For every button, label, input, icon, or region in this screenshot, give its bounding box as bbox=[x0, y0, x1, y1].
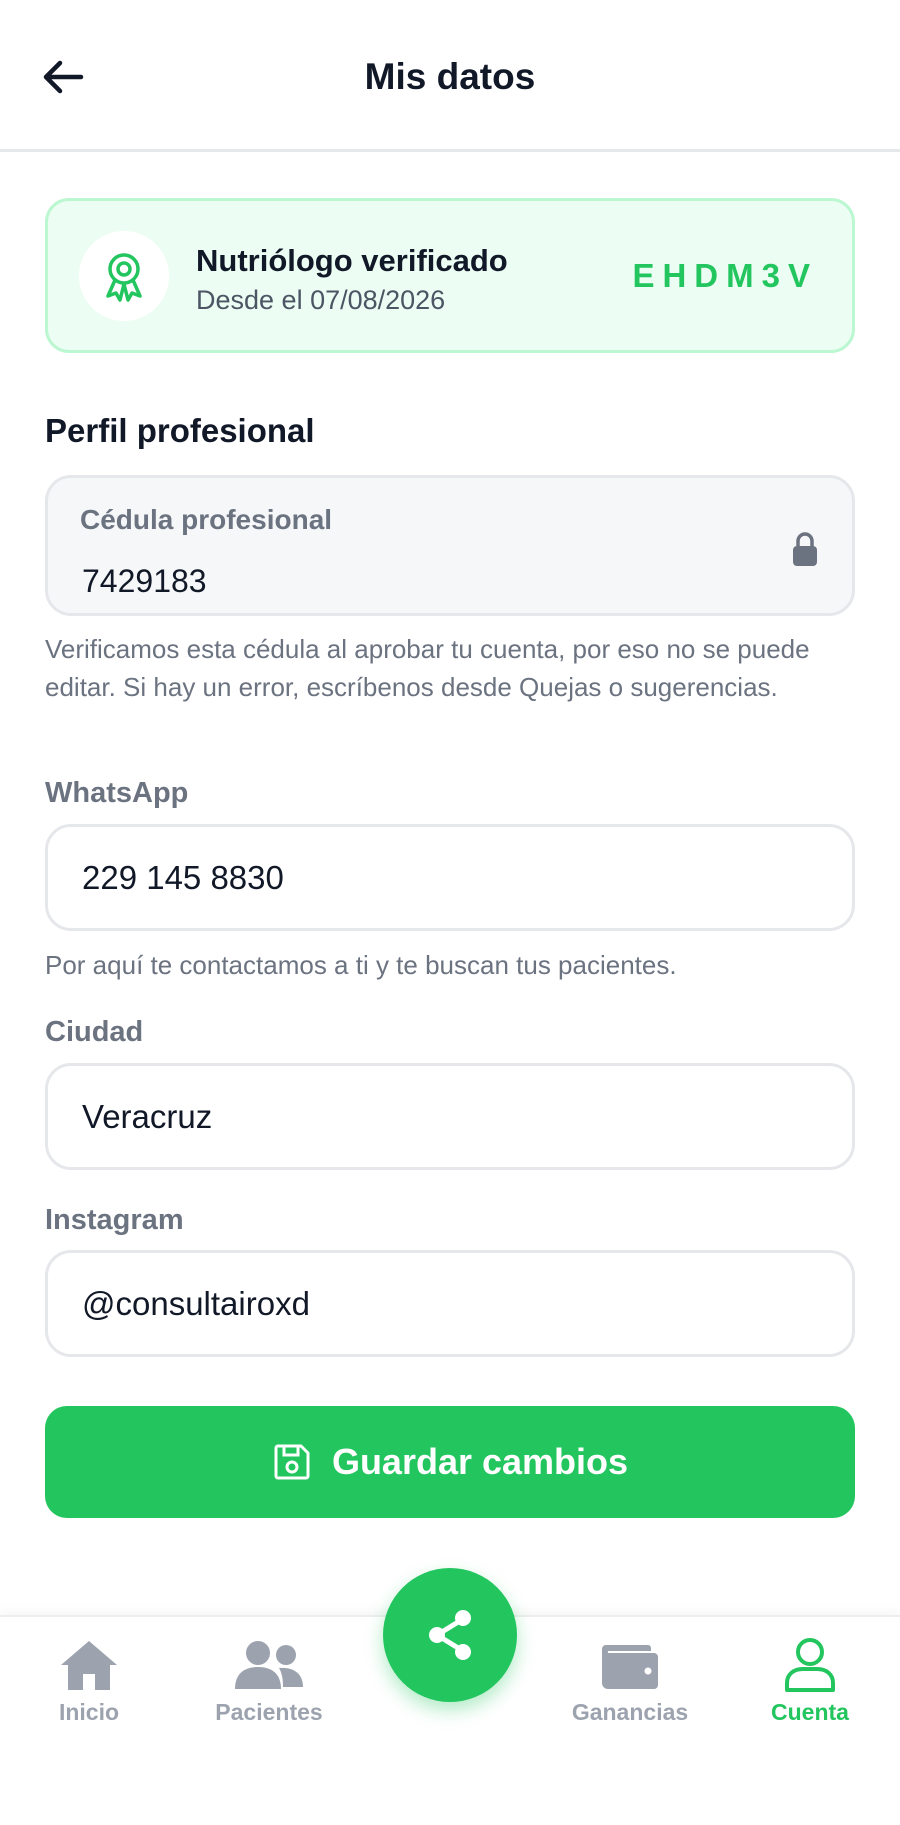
save-button-label: Guardar cambios bbox=[331, 1441, 629, 1482]
award-badge-icon bbox=[106, 253, 142, 302]
nav-item-ganancias[interactable]: Ganancias bbox=[560, 1635, 700, 1726]
instagram-input[interactable] bbox=[45, 1250, 855, 1357]
verified-title: Nutriólogo verificado bbox=[196, 243, 508, 278]
wallet-icon bbox=[602, 1645, 658, 1689]
share-button[interactable] bbox=[383, 1568, 517, 1702]
section-title: Perfil profesional bbox=[45, 412, 315, 449]
user-icon bbox=[785, 1638, 835, 1692]
save-button[interactable]: Guardar cambios bbox=[45, 1406, 855, 1518]
cedula-field: Cédula profesional 7429183 bbox=[45, 475, 855, 616]
cedula-helper: Verificamos esta cédula al aprobar tu cu… bbox=[45, 634, 810, 702]
users-icon bbox=[235, 1641, 303, 1689]
nav-item-pacientes[interactable]: Pacientes bbox=[199, 1635, 339, 1726]
verification-code: EHDM3V bbox=[632, 257, 818, 294]
nav-label-inicio: Inicio bbox=[58, 1699, 120, 1725]
nav-label-pacientes: Pacientes bbox=[215, 1699, 323, 1725]
page-title: Mis datos bbox=[364, 56, 536, 97]
ciudad-label: Ciudad bbox=[45, 1016, 144, 1048]
nav-item-cuenta[interactable]: Cuenta bbox=[740, 1635, 880, 1726]
whatsapp-label: WhatsApp bbox=[45, 777, 189, 809]
whatsapp-helper: Por aquí te contactamos a ti y te buscan… bbox=[45, 950, 677, 980]
nav-item-inicio[interactable]: Inicio bbox=[19, 1635, 159, 1726]
nav-label-ganancias: Ganancias bbox=[571, 1699, 689, 1725]
nav-label-cuenta: Cuenta bbox=[771, 1699, 849, 1725]
top-bar: Mis datos bbox=[0, 0, 900, 152]
ciudad-input[interactable] bbox=[45, 1063, 855, 1170]
badge-circle bbox=[79, 231, 169, 321]
home-icon bbox=[61, 1641, 117, 1690]
floppy-disk-icon bbox=[274, 1444, 310, 1480]
verified-card: Nutriólogo verificado Desde el 07/08/202… bbox=[45, 198, 855, 353]
cedula-label: Cédula profesional bbox=[80, 504, 333, 535]
share-icon bbox=[429, 1610, 471, 1660]
whatsapp-input[interactable] bbox=[45, 824, 855, 931]
lock-icon bbox=[793, 532, 817, 566]
cedula-value: 7429183 bbox=[82, 563, 207, 599]
verified-date: Desde el 07/08/2026 bbox=[196, 285, 446, 315]
instagram-label: Instagram bbox=[45, 1204, 184, 1236]
